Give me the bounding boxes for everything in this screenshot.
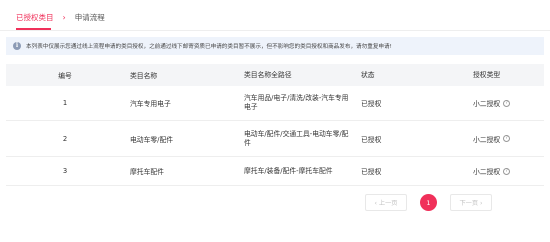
cell-category-path: 摩托车/装备/配件-摩托车配件 [244,166,333,175]
pagination: ‹ 上一页 1 下一页 › [365,194,492,211]
table-row: 3 摩托车配件 摩托车/装备/配件-摩托车配件 已授权 小二授权 ? [6,157,544,186]
cell-category-name: 摩托车配件 [130,168,164,176]
cell-status: 已授权 [361,135,382,144]
notice-bar: i 本列表中仅展示您通过线上流程申请的类目授权，之前通过线下邮寄资质已申请的类目… [6,37,544,55]
cell-auth-type: 小二授权 ? [463,98,544,108]
header-no: 编号 [58,72,72,80]
cell-status: 已授权 [361,100,382,108]
authorized-categories-page: 已授权类目 › 申请流程 i 本列表中仅展示您通过线上流程申请的类目授权，之前通… [0,0,550,242]
question-icon[interactable]: ? [503,99,511,107]
breadcrumb: 已授权类目 › 申请流程 [16,12,105,24]
auth-type-label: 小二授权 [473,135,501,144]
auth-type-label: 小二授权 [473,100,501,108]
header-divider [0,29,550,31]
cell-category-name: 汽车专用电子 [130,100,171,108]
page-number-current[interactable]: 1 [420,194,437,211]
notice-text: 本列表中仅展示您通过线上流程申请的类目授权，之前通过线下邮寄资质已申请的类目暂不… [26,44,392,50]
table-row: 1 汽车专用电子 汽车用品/电子/清洗/改装-汽车专用电子 已授权 小二授权 ? [6,86,544,121]
header-category-name: 类目名称 [130,72,158,80]
chevron-right-icon: › [62,13,66,22]
table-header: 编号 类目名称 类目名称全路径 状态 授权类型 [6,64,544,86]
prev-page-button[interactable]: ‹ 上一页 [365,194,407,211]
header-category-path: 类目名称全路径 [244,70,292,79]
question-icon[interactable]: ? [503,167,511,175]
auth-type-label: 小二授权 [473,168,501,176]
question-icon[interactable]: ? [503,135,511,142]
cell-no: 2 [62,134,68,143]
header-auth-type: 授权类型 [473,70,501,79]
category-table: 编号 类目名称 类目名称全路径 状态 授权类型 1 汽车专用电子 汽车用品/电子… [6,64,544,186]
header-status: 状态 [361,70,375,79]
tab-authorized-categories[interactable]: 已授权类目 [16,12,54,24]
tab-application-process[interactable]: 申请流程 [75,12,105,24]
cell-auth-type: 小二授权 ? [463,134,544,144]
cell-no: 3 [62,167,68,175]
cell-category-path: 汽车用品/电子/清洗/改装-汽车专用电子 [244,94,349,111]
next-page-button[interactable]: 下一页 › [450,194,492,211]
cell-category-path: 电动车/配件/交通工具-电动车零/配件 [244,129,349,147]
info-icon: i [13,42,21,50]
cell-auth-type: 小二授权 ? [463,166,544,176]
cell-no: 1 [62,99,68,107]
cell-category-name: 电动车零/配件 [130,135,174,144]
table-row: 2 电动车零/配件 电动车/配件/交通工具-电动车零/配件 已授权 小二授权 ? [6,121,544,157]
cell-status: 已授权 [361,168,382,176]
